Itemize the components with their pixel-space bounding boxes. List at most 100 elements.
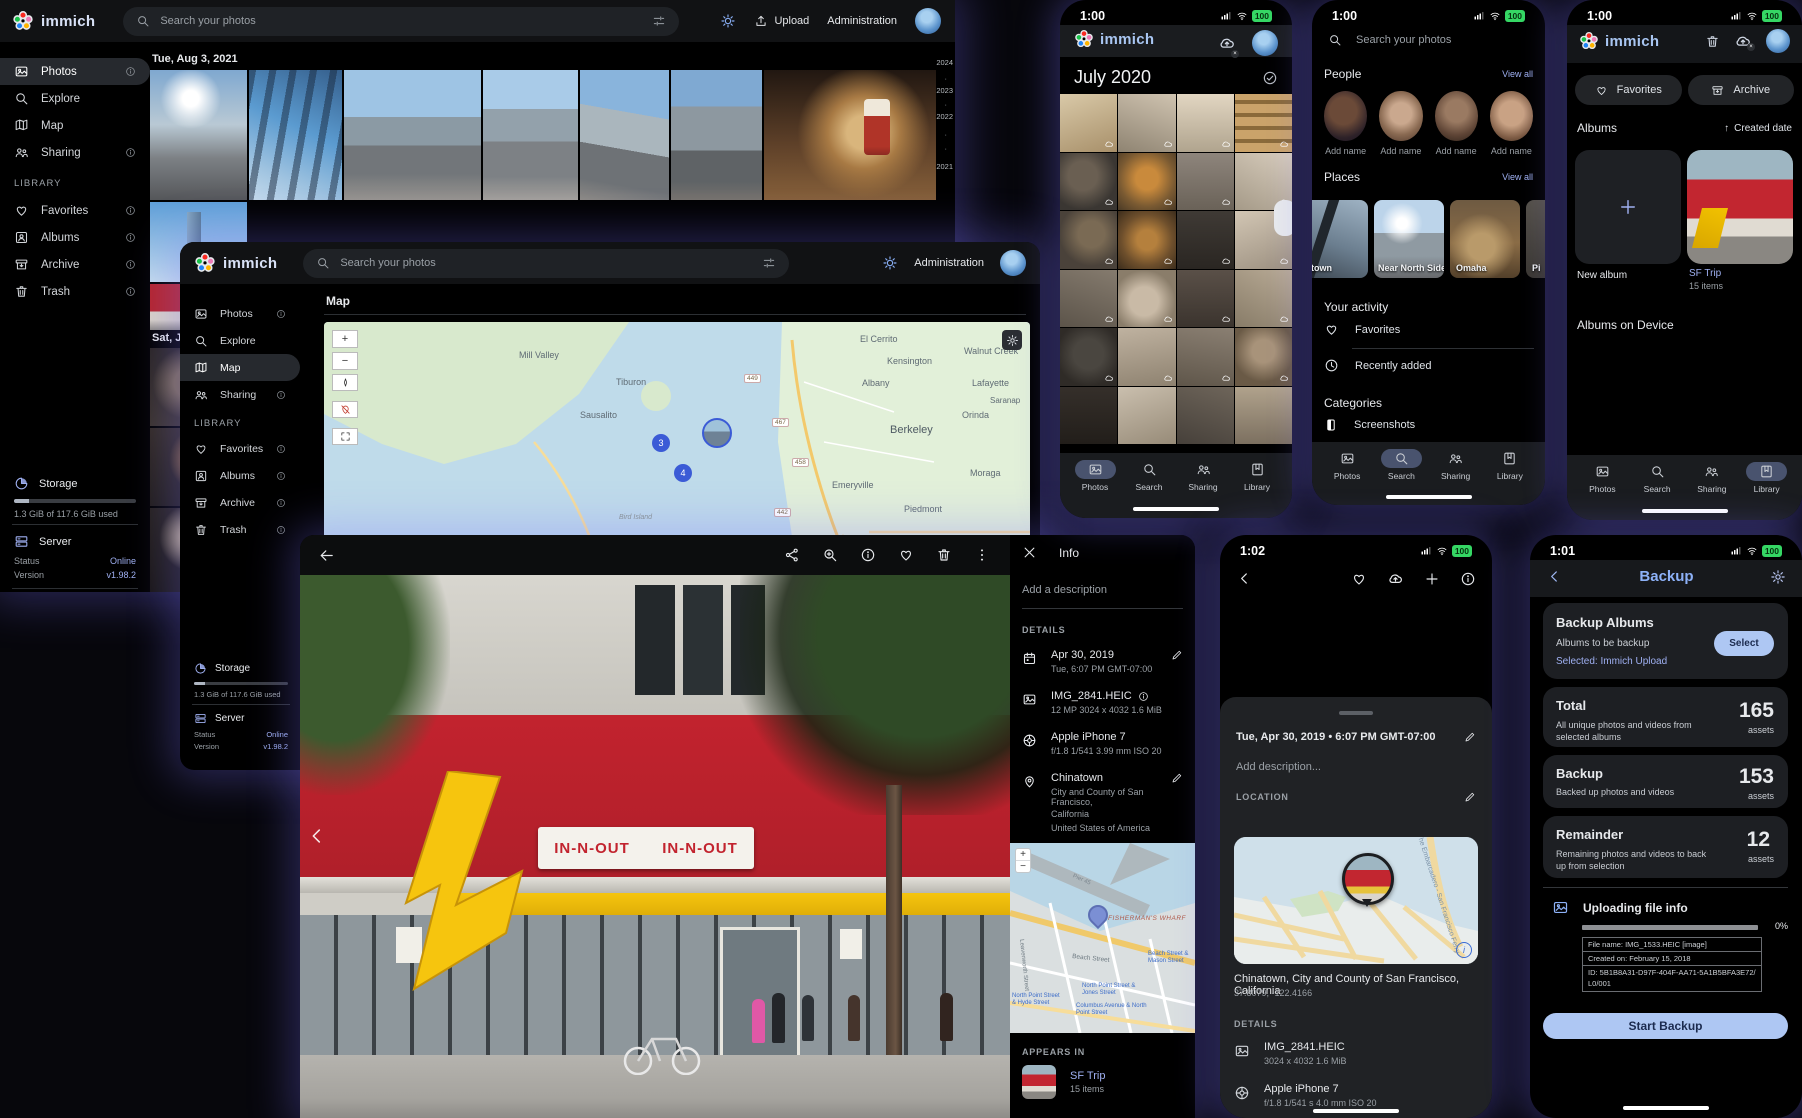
home-indicator[interactable] [1133,507,1219,511]
grid-photo[interactable] [1060,94,1117,152]
map-fullscreen-button[interactable] [332,428,358,445]
grid-photo[interactable] [1177,211,1234,269]
viewer-photo[interactable]: 333 IN-N-OUT IN-N-OUT [300,575,1010,1118]
sidebar-item-sharing[interactable]: Sharing [180,381,300,408]
backup-cloud-icon[interactable]: × [1218,34,1236,57]
photo-thumbnail[interactable] [580,70,669,200]
search-bar[interactable]: Search your photos [1312,25,1545,55]
grid-photo[interactable] [1118,328,1175,386]
nav-tab-photos[interactable]: Photos [1582,462,1623,494]
nav-tab-sharing[interactable]: Sharing [1435,449,1476,481]
grid-photo[interactable] [1060,153,1117,211]
immich-logo[interactable]: immich [0,10,95,32]
photo-thumbnail[interactable] [150,70,247,200]
info-circle-icon[interactable] [125,66,136,77]
map-cluster-marker[interactable]: 4 [674,464,692,482]
grid-photo[interactable] [1118,153,1175,211]
avatar[interactable] [915,8,941,34]
info-circle-icon[interactable] [125,205,136,216]
grid-photo[interactable] [1177,387,1234,445]
home-indicator[interactable] [1642,509,1728,513]
sidebar-item-explore[interactable]: Explore [180,327,300,354]
map-attribution-icon[interactable]: i [1456,942,1472,958]
start-backup-button[interactable]: Start Backup [1543,1013,1788,1039]
add-name-link[interactable]: Add name [1435,146,1478,156]
select-button[interactable]: Select [1714,631,1774,656]
sidebar-item-favorites[interactable]: Favorites [180,435,300,462]
grid-photo[interactable] [1177,94,1234,152]
photo-area[interactable] [1220,597,1492,697]
grid-photo[interactable] [1235,94,1292,152]
sidebar-item-photos[interactable]: Photos [180,300,300,327]
close-icon[interactable] [1022,545,1037,560]
new-album-tile[interactable] [1575,150,1681,264]
grid-photo[interactable] [1118,387,1175,445]
grid-photo[interactable] [1235,328,1292,386]
add-name-link[interactable]: Add name [1490,146,1533,156]
photo-thumbnail[interactable] [764,70,936,200]
search-input[interactable]: Search your photos [123,7,679,36]
info-circle-icon[interactable] [276,390,286,400]
nav-tab-photos[interactable]: Photos [1327,449,1368,481]
scrollbar-thumb[interactable] [1274,200,1292,236]
upload-cloud-icon[interactable] [1387,570,1404,587]
add-name-link[interactable]: Add name [1324,146,1367,156]
info-circle-icon[interactable] [125,259,136,270]
info-circle-icon[interactable] [125,147,136,158]
edit-pencil-icon[interactable] [1171,649,1183,661]
album-tile[interactable] [1687,150,1793,264]
map-cluster-marker[interactable]: 3 [652,434,670,452]
add-description-field[interactable]: Add description... [1220,743,1492,773]
map-compass-button[interactable] [332,374,358,391]
info-map[interactable]: FISHERMAN'S WHARF Beach Street Pier 45 L… [1010,843,1195,1033]
edit-pencil-icon[interactable] [1464,791,1476,803]
nav-tab-sharing[interactable]: Sharing [1691,462,1732,494]
sidebar-item-map[interactable]: Map [0,112,150,139]
previous-photo-chevron[interactable] [306,825,328,847]
map-zoom-out-button[interactable]: − [332,352,358,370]
grid-photo[interactable] [1118,270,1175,328]
gear-icon[interactable] [1770,569,1786,585]
grid-photo[interactable] [1118,94,1175,152]
info-circle-icon[interactable] [276,498,286,508]
grid-photo[interactable] [1177,153,1234,211]
select-all-check-icon[interactable] [1262,70,1278,86]
recently-added-row[interactable]: Recently added [1324,358,1431,373]
nav-tab-photos[interactable]: Photos [1075,460,1116,492]
detail-map[interactable]: The Embarcadero - San Francisco Ferry i [1234,837,1478,964]
nav-tab-sharing[interactable]: Sharing [1183,460,1224,492]
nav-tab-library[interactable]: Library [1489,449,1530,481]
home-indicator[interactable] [1623,1106,1709,1110]
favorite-heart-icon[interactable] [898,547,914,563]
add-name-link[interactable]: Add name [1379,146,1422,156]
map-settings-button[interactable] [1002,330,1022,350]
info-circle-icon[interactable] [125,232,136,243]
map-zoom-in-button[interactable]: + [332,330,358,348]
grid-photo[interactable] [1177,328,1234,386]
add-plus-icon[interactable] [1424,571,1440,587]
person-face[interactable] [1490,91,1533,141]
nav-tab-search[interactable]: Search [1637,462,1678,494]
grid-photo[interactable] [1177,270,1234,328]
favorites-button[interactable]: Favorites [1575,75,1682,105]
add-description-field[interactable]: Add a description [1010,570,1195,608]
map-photo-marker[interactable] [702,418,732,448]
place-tile[interactable]: Pi [1526,200,1545,278]
info-circle-icon[interactable] [276,444,286,454]
grid-photo[interactable] [1118,211,1175,269]
info-circle-icon[interactable] [860,547,876,563]
photo-thumbnail[interactable] [671,70,762,200]
home-indicator[interactable] [1386,495,1472,499]
info-circle-icon[interactable] [125,286,136,297]
grid-photo[interactable] [1060,387,1117,445]
delete-trash-icon[interactable] [936,547,952,563]
nav-tab-library[interactable]: Library [1237,460,1278,492]
screenshots-row[interactable]: Screenshots [1324,418,1415,432]
back-chevron-icon[interactable] [1546,568,1563,585]
sidebar-item-archive[interactable]: Archive [0,251,150,278]
sidebar-item-albums[interactable]: Albums [0,224,150,251]
avatar[interactable] [1000,250,1026,276]
sheet-drag-handle[interactable] [1339,711,1373,715]
nav-tab-search[interactable]: Search [1381,449,1422,481]
album-name[interactable]: SF Trip [1689,268,1721,279]
